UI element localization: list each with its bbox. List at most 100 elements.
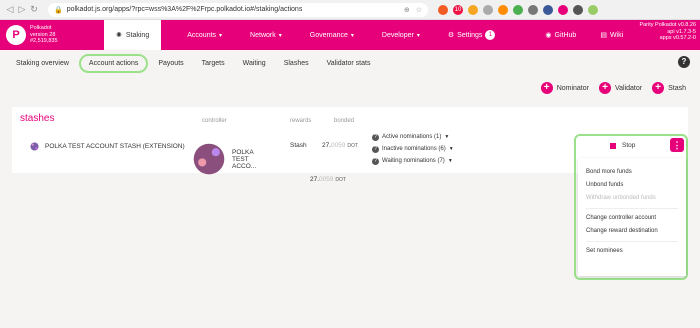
active-nominations[interactable]: ? Active nominations (1) ▼ [372,131,454,143]
chevron-down-icon: ▾ [278,32,282,39]
chevron-down-icon: ▼ [448,146,454,152]
chevron-down-icon: ▼ [444,134,450,140]
back-icon[interactable]: ◁ [4,4,16,15]
waiting-nominations[interactable]: ? Waiting nominations (7) ▼ [372,155,454,167]
controller-name: POLKA TEST ACCO... [232,148,257,170]
github-link[interactable]: ◉ GitHub [533,31,588,40]
tab-staking-overview[interactable]: Staking overview [16,60,69,67]
tab-validator-stats[interactable]: Validator stats [327,60,371,67]
staking-subnav: Staking overview Account actions Payouts… [0,50,700,76]
total-bonded: 27.0059 DOT [310,176,346,183]
tab-slashes[interactable]: Slashes [284,60,309,67]
tab-payouts[interactable]: Payouts [158,60,183,67]
plus-icon: + [540,82,553,94]
chevron-down-icon: ▾ [350,32,354,39]
tab-staking-label: Staking [125,31,150,39]
rewards-destination: Stash [290,142,307,149]
version-info: Parity Polkadot v0.8.26 api v1.7.3-5 app… [639,22,696,42]
extension-icon[interactable] [483,4,493,15]
menu-item-set-nominees[interactable]: Set nominees [586,245,678,258]
settings-badge: 1 [485,30,496,40]
extension-icon[interactable] [498,4,508,15]
nominations-list: ? Active nominations (1) ▼ ? Inactive nomin… [372,131,454,167]
question-icon: ? [372,146,379,153]
controller-account[interactable]: POLKA TEST ACCO... [192,142,263,176]
bonded-decimals: 0059 [331,142,346,149]
identicon-icon [193,143,225,175]
forward-icon[interactable]: ▷ [16,4,28,15]
action-buttons: + Nominator + Validator + Stash [540,82,686,94]
nomination-label: Inactive nominations (6) [382,146,446,152]
address-bar[interactable]: 🔒 polkadot.js.org/apps/?rpc=wss%3A%2F%2F… [48,2,428,17]
extension-badge-icon[interactable]: 10 [453,4,463,15]
menu-settings[interactable]: ⚙ Settings 1 [434,30,510,40]
main-menu: Accounts ▾ Network ▾ Governance ▾ Developer… [173,30,509,40]
tab-staking[interactable]: ✺ Staking [104,20,162,50]
menu-governance[interactable]: Governance ▾ [296,30,368,40]
stop-icon [610,142,616,149]
column-header-controller: controller [202,118,227,124]
polkadot-logo-icon[interactable]: P [6,25,26,45]
menu-item-withdraw-unbonded: Withdraw unbonded funds [586,195,656,201]
help-icon[interactable]: ? [678,56,690,68]
menu-item-unbond[interactable]: Unbond funds [586,179,678,192]
menu-label: Settings [457,31,483,39]
chevron-down-icon: ▼ [447,158,453,164]
menu-label: Network [250,31,276,39]
app-header: P Polkadot version 28 #2,519,835 ✺ Staki… [0,20,700,50]
extension-icon[interactable] [468,4,478,15]
stop-button[interactable]: Stop [610,142,635,149]
chain-selector[interactable]: Polkadot version 28 #2,519,835 [30,25,70,45]
identicon-icon [30,142,39,151]
question-icon: ? [372,158,379,165]
column-header-bonded: bonded [334,118,355,124]
bonded-unit: DOT [347,143,358,149]
inactive-nominations[interactable]: ? Inactive nominations (6) ▼ [372,143,454,155]
browser-toolbar: ◁ ▷ ↻ 🔒 polkadot.js.org/apps/?rpc=wss%3A… [0,0,700,20]
button-label: Stash [668,84,686,92]
plus-icon: + [652,82,665,94]
profile-avatar[interactable] [588,4,598,15]
stash-account[interactable]: POLKA TEST ACCOUNT STASH (EXTENSION) [30,142,185,151]
bonded-amount: 27.0059 DOT [322,142,358,149]
column-header-rewards: rewards [290,118,312,124]
add-stash-button[interactable]: + Stash [652,82,686,94]
stash-name: POLKA TEST ACCOUNT STASH (EXTENSION) [45,143,185,150]
menu-item-change-controller[interactable]: Change controller account [586,212,678,225]
zoom-icon[interactable]: ⊕ [404,6,410,14]
add-validator-button[interactable]: + Validator [598,82,642,94]
brave-icon[interactable] [438,4,448,15]
tab-account-actions[interactable]: Account actions [78,53,149,73]
puzzle-icon[interactable] [573,4,583,15]
tab-targets[interactable]: Targets [202,60,225,67]
chain-block: #2,519,835 [30,38,58,45]
menu-label: Developer [381,31,414,39]
version-line: Parity Polkadot v0.8.26 [639,22,696,28]
reload-icon[interactable]: ↻ [28,4,40,15]
menu-accounts[interactable]: Accounts ▾ [173,30,236,40]
menu-developer[interactable]: Developer ▾ [368,30,434,40]
tab-waiting[interactable]: Waiting [243,60,266,67]
menu-divider [586,241,678,242]
stop-label: Stop [622,142,636,149]
link-label: Wiki [609,31,624,39]
add-nominator-button[interactable]: + Nominator [540,82,589,94]
polkadot-extension-icon[interactable] [558,4,568,15]
wiki-link[interactable]: ▤ Wiki [588,31,635,40]
menu-item-change-reward[interactable]: Change reward destination [586,225,678,238]
menu-label: Governance [309,31,348,39]
menu-item-bond-more[interactable]: Bond more funds [586,166,678,179]
menu-divider [586,208,678,209]
extension-icon[interactable] [528,4,538,15]
url-text: polkadot.js.org/apps/?rpc=wss%3A%2F%2Frp… [66,6,303,13]
total-unit: DOT [335,177,346,183]
menu-network[interactable]: Network ▾ [236,30,296,40]
extension-icon[interactable] [543,4,553,15]
chevron-down-icon: ▾ [219,32,223,39]
nomination-label: Waiting nominations (7) [382,158,445,164]
account-actions-menu: Bond more funds Unbond funds Withdraw un… [578,158,686,276]
more-options-icon[interactable]: ⋮ [670,138,684,152]
extension-icon[interactable] [513,4,523,15]
bookmark-icon[interactable]: ☆ [416,6,422,14]
extensions-bar: 10 [438,4,598,15]
